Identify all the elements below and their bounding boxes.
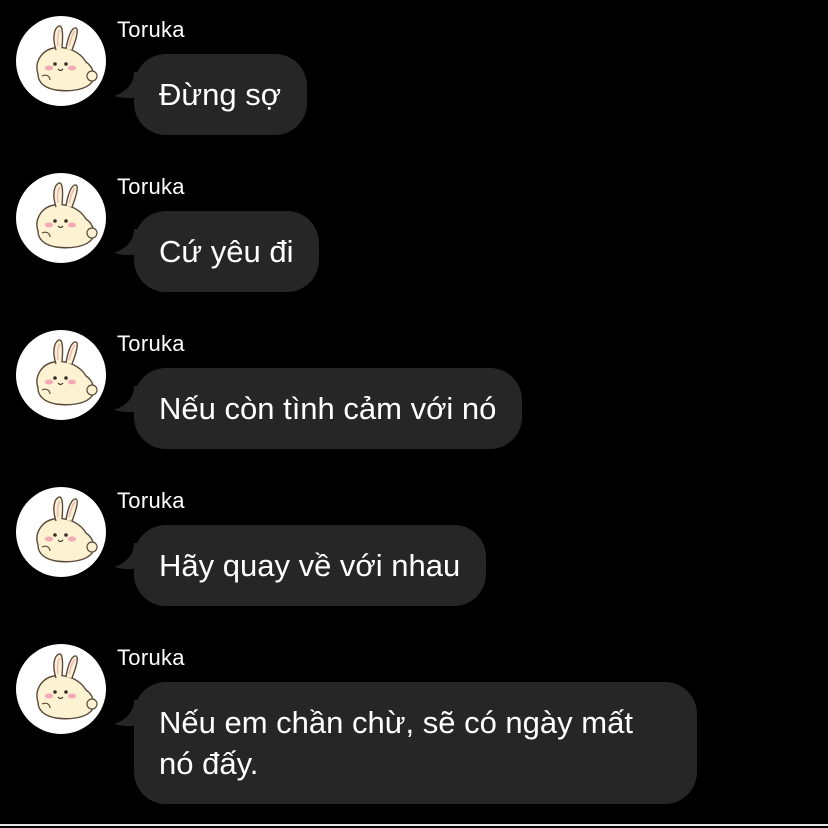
message-bubble[interactable]: Nếu còn tình cảm với nó bbox=[134, 368, 523, 449]
message-bubble[interactable]: Nếu em chần chừ, sẽ có ngày mất nó đấy. bbox=[134, 682, 697, 804]
sender-avatar[interactable] bbox=[16, 16, 106, 106]
sender-name: Toruka bbox=[117, 645, 185, 670]
message-bubble[interactable]: Hãy quay về với nhau bbox=[134, 525, 487, 606]
sender-avatar[interactable] bbox=[16, 330, 106, 420]
sender-name: Toruka bbox=[117, 174, 185, 199]
bunny-avatar-icon bbox=[36, 496, 98, 563]
sender-name: Toruka bbox=[117, 17, 185, 42]
sender-avatar[interactable] bbox=[16, 644, 106, 734]
sender-avatar[interactable] bbox=[16, 173, 106, 263]
bunny-avatar-icon bbox=[36, 182, 98, 249]
sender-name: Toruka bbox=[117, 488, 185, 513]
bunny-avatar-icon bbox=[36, 653, 98, 720]
sender-name: Toruka bbox=[117, 331, 185, 356]
bunny-avatar-icon bbox=[36, 339, 98, 406]
chat-thread: Toruka Đừng sợ Toruka Cứ yêu đi Toruka N… bbox=[0, 0, 828, 828]
message-bubble[interactable]: Đừng sợ bbox=[134, 54, 308, 135]
bunny-avatar-icon bbox=[36, 25, 98, 92]
sender-avatar[interactable] bbox=[16, 487, 106, 577]
message-bubble[interactable]: Cứ yêu đi bbox=[134, 211, 320, 292]
bottom-divider bbox=[0, 824, 828, 826]
